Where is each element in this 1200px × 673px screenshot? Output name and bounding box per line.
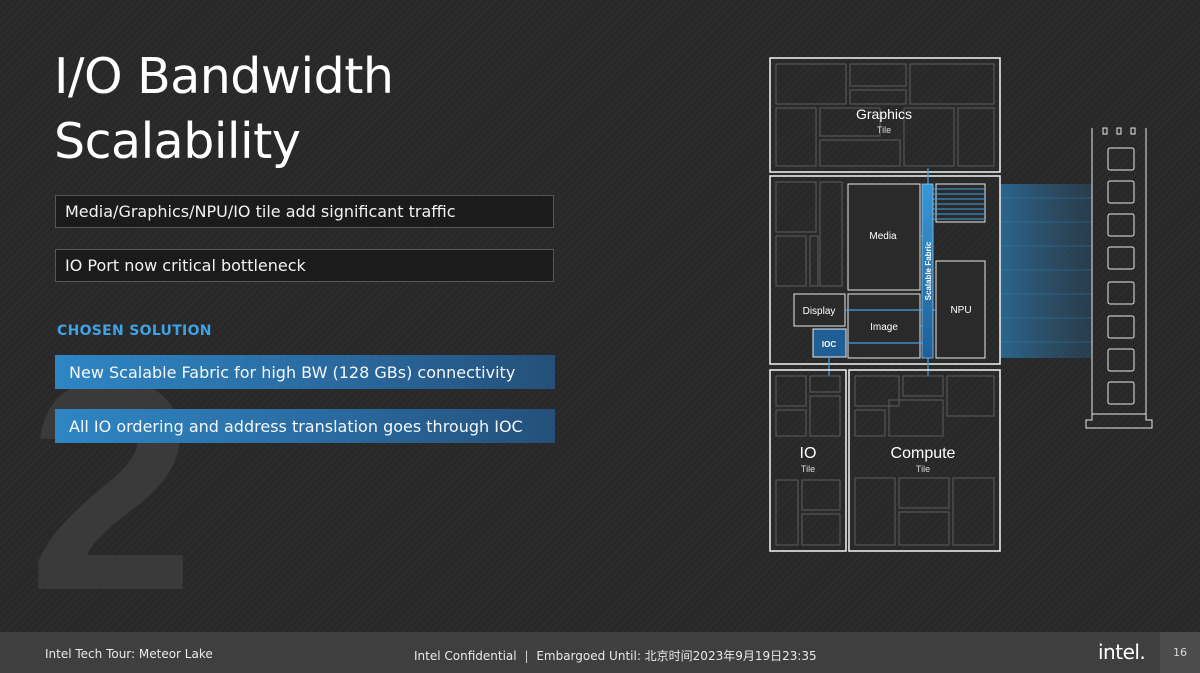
compute-tile-sublabel: Tile	[916, 464, 930, 474]
memory-controller-block	[935, 183, 986, 223]
scalable-fabric-label: Scalable Fabric	[924, 241, 933, 300]
footer-event-name: Intel Tech Tour: Meteor Lake	[45, 647, 213, 661]
footer-bar: Intel Tech Tour: Meteor Lake Intel Confi…	[0, 632, 1200, 673]
footer-separator: |	[524, 649, 529, 663]
footer-confidential: Intel Confidential	[414, 649, 517, 663]
media-label: Media	[869, 231, 897, 242]
image-label: Image	[870, 322, 898, 333]
footer-confidential-notice: Intel Confidential | Embargoed Until: 北京…	[414, 647, 817, 664]
intel-logo: intel.	[1098, 640, 1146, 664]
memory-channel-lines	[933, 188, 985, 220]
memory-module	[1085, 127, 1153, 429]
graphics-tile-label: Graphics	[856, 106, 912, 122]
npu-label: NPU	[950, 305, 971, 316]
meteor-lake-tile-diagram: Graphics Tile Media Display Image IOC NP…	[769, 57, 1153, 552]
ioc-label: IOC	[822, 340, 836, 349]
display-label: Display	[803, 306, 836, 317]
compute-tile-label: Compute	[891, 445, 956, 462]
graphics-tile-sublabel: Tile	[877, 125, 891, 135]
footer-embargo: Embargoed Until: 北京时间2023年9月19日23:35	[536, 649, 817, 663]
io-tile-sublabel: Tile	[801, 464, 815, 474]
io-tile-label: IO	[800, 445, 817, 462]
memory-bandwidth-glow	[1000, 184, 1092, 358]
slide-canvas: 2 I/O Bandwidth Scalability Media/Graphi…	[0, 0, 1200, 632]
page-number: 16	[1160, 632, 1200, 673]
